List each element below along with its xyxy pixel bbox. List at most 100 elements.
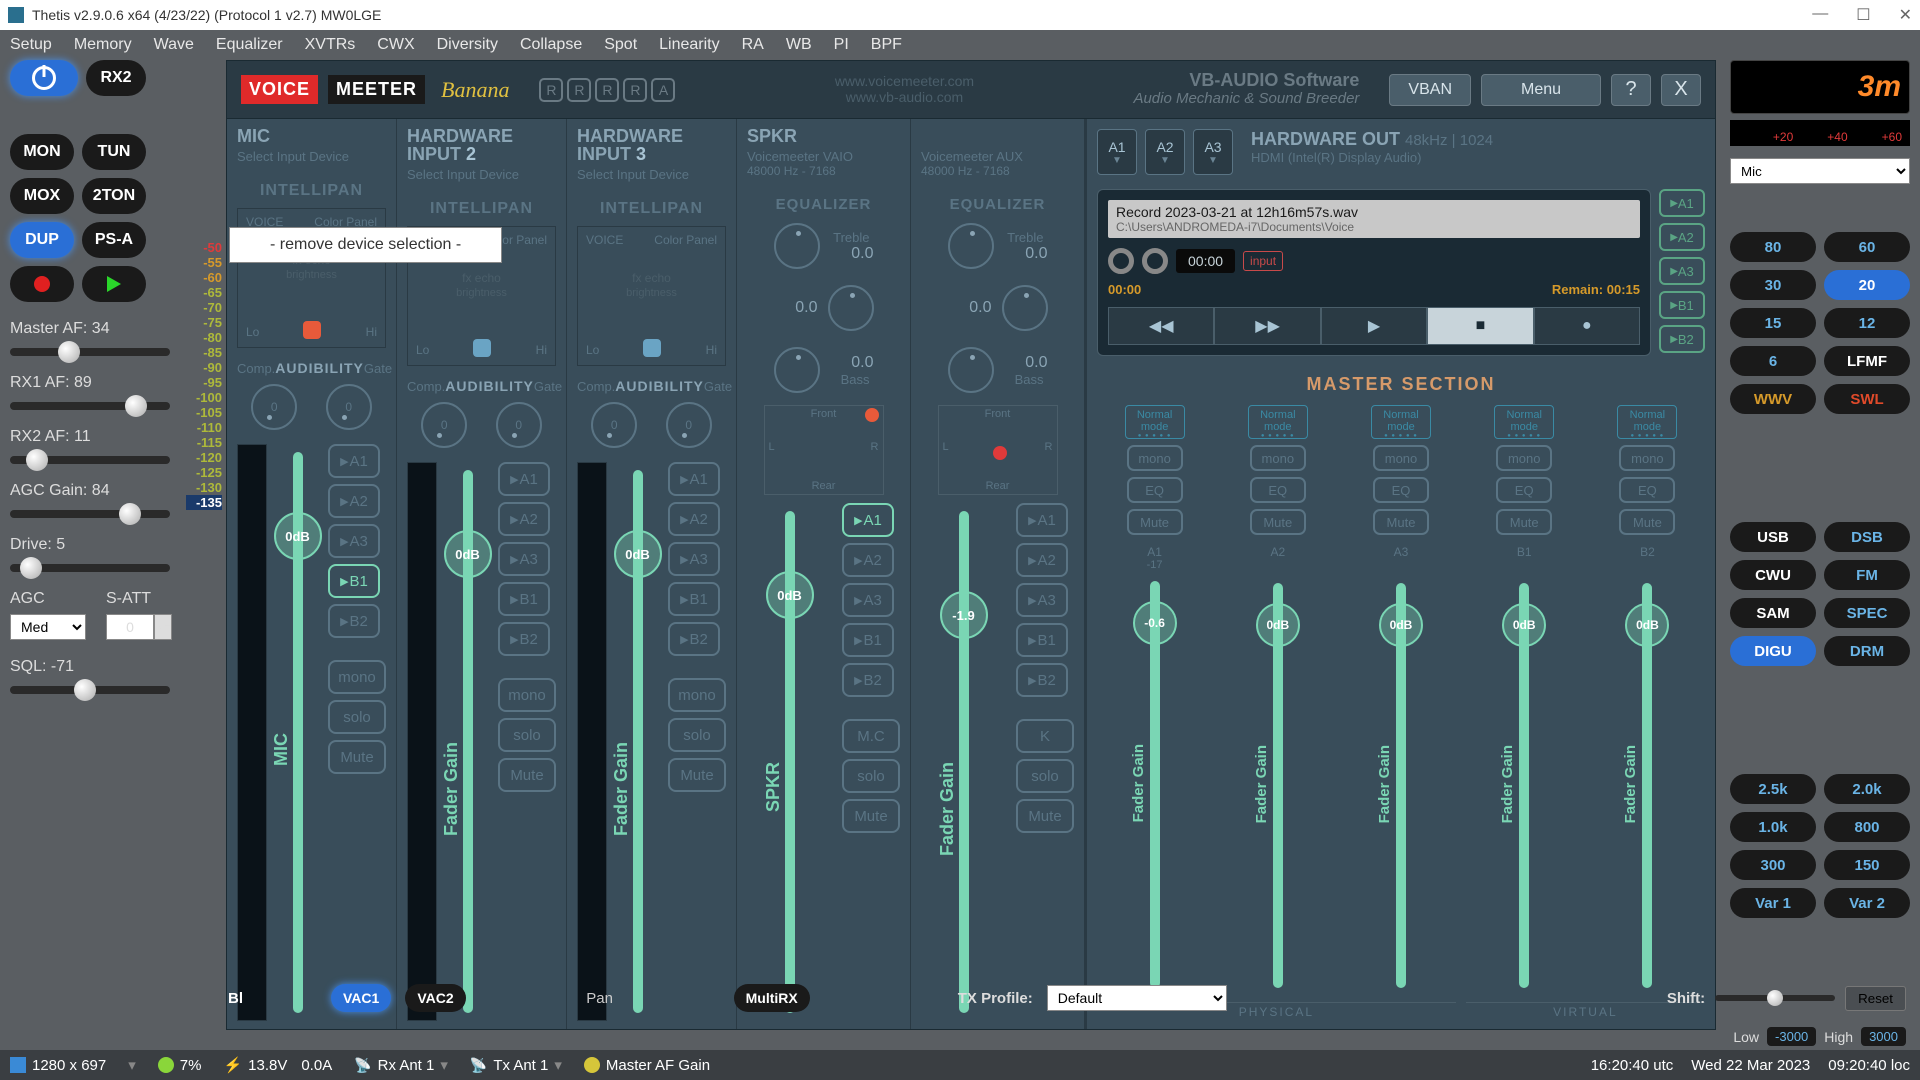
bus-fader[interactable]: 0dB Fader Gain [1273,583,1283,988]
bus-eq[interactable]: EQ [1127,477,1183,503]
hwo-device[interactable]: HDMI (Intel(R) Display Audio) [1251,150,1493,165]
macro-2[interactable]: R [595,78,619,102]
bands-12[interactable]: 12 [1824,308,1910,338]
route-A1[interactable]: ▶A1 [1016,503,1068,537]
gate-knob[interactable]: 0 [326,384,372,430]
rx2-button[interactable]: RX2 [86,60,146,96]
bands-6[interactable]: 6 [1730,346,1816,376]
comp-knob[interactable]: 0 [421,402,467,448]
macro-1[interactable]: R [567,78,591,102]
bus-mute[interactable]: Mute [1250,509,1306,535]
hwo-A3[interactable]: A3▼ [1193,129,1233,175]
route-A1[interactable]: ▶A1 [498,462,550,496]
bands-WWV[interactable]: WWV [1730,384,1816,414]
menu-equalizer[interactable]: Equalizer [216,36,283,54]
fader[interactable]: 0dB Fader Gain [633,470,643,1013]
route-A2[interactable]: ▶A2 [328,484,380,518]
modes-SAM[interactable]: SAM [1730,598,1816,628]
rec-assign-A2[interactable]: ▶A2 [1659,223,1705,251]
mic-select[interactable]: Mic [1730,158,1910,184]
menu-xvtrs[interactable]: XVTRs [305,36,356,54]
bus-mode[interactable]: Normal mode● ● ● ● ● [1125,405,1185,439]
route-B1[interactable]: ▶B1 [1016,623,1068,657]
rx-ant[interactable]: Rx Ant 1 [378,1057,435,1074]
route-B1[interactable]: ▶B1 [498,582,550,616]
device-label[interactable]: Voicemeeter VAIO [747,149,900,164]
solo-button[interactable]: solo [498,718,556,752]
menu-button[interactable]: Menu [1481,74,1601,106]
fader[interactable]: 0dB Fader Gain [463,470,473,1013]
bus-mode[interactable]: Normal mode● ● ● ● ● [1371,405,1431,439]
menu-pi[interactable]: PI [834,36,849,54]
route-A2[interactable]: ▶A2 [842,543,894,577]
forward-button[interactable]: ▶▶ [1214,307,1320,345]
route-A1[interactable]: ▶A1 [328,444,380,478]
bus-mono[interactable]: mono [1619,445,1675,471]
mute-button[interactable]: Mute [498,758,556,792]
filters-Var 1[interactable]: Var 1 [1730,888,1816,918]
route-A3[interactable]: ▶A3 [842,583,894,617]
bus-eq[interactable]: EQ [1619,477,1675,503]
menu-bpf[interactable]: BPF [871,36,902,54]
solo-button[interactable]: solo [1016,759,1074,793]
filters-800[interactable]: 800 [1824,812,1910,842]
modes-DRM[interactable]: DRM [1824,636,1910,666]
route-B2[interactable]: ▶B2 [1016,663,1068,697]
close-icon[interactable]: ✕ [1899,5,1912,25]
treble-knob[interactable] [774,223,820,269]
tx-profile-select[interactable]: Default [1047,985,1227,1011]
satt-input[interactable]: 0 [106,614,154,640]
menu-cwx[interactable]: CWX [377,36,414,54]
dup-button[interactable]: DUP [10,222,74,258]
bus-mode[interactable]: Normal mode● ● ● ● ● [1248,405,1308,439]
bands-30[interactable]: 30 [1730,270,1816,300]
power-button[interactable] [10,60,78,96]
bus-mono[interactable]: mono [1250,445,1306,471]
bands-SWL[interactable]: SWL [1824,384,1910,414]
bus-mono[interactable]: mono [1373,445,1429,471]
record-button[interactable] [10,266,74,302]
menu-spot[interactable]: Spot [604,36,637,54]
spatial-pad[interactable]: Front Rear L R [938,405,1058,495]
route-B2[interactable]: ▶B2 [498,622,550,656]
shift-reset-button[interactable]: Reset [1845,986,1906,1011]
fader[interactable]: -1.9 Fader Gain [959,511,969,1013]
multirx-button[interactable]: MultiRX [734,984,810,1012]
play-button[interactable] [82,266,146,302]
fader[interactable]: 0dB MIC [293,452,303,1013]
vban-button[interactable]: VBAN [1389,74,1471,106]
vac1-button[interactable]: VAC1 [331,984,391,1012]
modes-CWU[interactable]: CWU [1730,560,1816,590]
route-A3[interactable]: ▶A3 [668,542,720,576]
route-B2[interactable]: ▶B2 [842,663,894,697]
solo-button[interactable]: solo [328,700,386,734]
k-button[interactable]: K [1016,719,1074,753]
maximize-icon[interactable]: ☐ [1856,5,1870,25]
solo-button[interactable]: solo [842,759,900,793]
play-button[interactable]: ▶ [1321,307,1427,345]
mono-button[interactable]: mono [498,678,556,712]
route-B2[interactable]: ▶B2 [328,604,380,638]
modes-DSB[interactable]: DSB [1824,522,1910,552]
stop-button[interactable]: ■ [1427,307,1533,345]
mute-button[interactable]: Mute [1016,799,1074,833]
low-value[interactable]: -3000 [1767,1027,1816,1046]
solo-button[interactable]: solo [668,718,726,752]
minimize-icon[interactable]: — [1812,5,1828,25]
bus-eq[interactable]: EQ [1250,477,1306,503]
gate-knob[interactable]: 0 [666,402,712,448]
bands-20[interactable]: 20 [1824,270,1910,300]
psa-button[interactable]: PS-A [82,222,146,258]
route-B1[interactable]: ▶B1 [328,564,380,598]
agc-select[interactable]: Med [10,614,86,640]
comp-knob[interactable]: 0 [591,402,637,448]
hwo-A1[interactable]: A1▼ [1097,129,1137,175]
modes-FM[interactable]: FM [1824,560,1910,590]
modes-USB[interactable]: USB [1730,522,1816,552]
route-A3[interactable]: ▶A3 [498,542,550,576]
bands-LFMF[interactable]: LFMF [1824,346,1910,376]
filters-1.0k[interactable]: 1.0k [1730,812,1816,842]
vac2-button[interactable]: VAC2 [405,984,465,1012]
bus-mode[interactable]: Normal mode● ● ● ● ● [1617,405,1677,439]
bus-mute[interactable]: Mute [1619,509,1675,535]
